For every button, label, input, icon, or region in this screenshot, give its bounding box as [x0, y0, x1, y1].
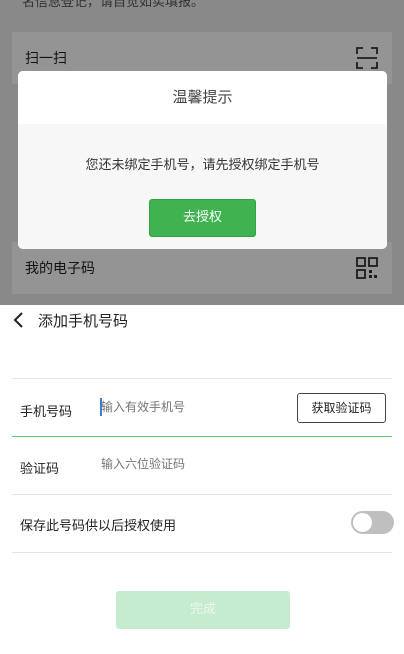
- dialog-message: 您还未绑定手机号，请先授权绑定手机号: [85, 158, 320, 173]
- dialog-title: 温馨提示: [18, 71, 387, 124]
- add-phone-screen: 添加手机号码 手机号码 获取验证码 验证码 保存此号码供以后授权使用 完成: [0, 305, 404, 654]
- phone-label: 手机号码: [20, 405, 73, 420]
- divider: [12, 494, 392, 495]
- phone-underline: [12, 436, 392, 437]
- phone-input[interactable]: [101, 400, 281, 414]
- back-arrow-icon[interactable]: [10, 310, 28, 330]
- code-input[interactable]: [101, 457, 281, 471]
- save-number-toggle[interactable]: [351, 511, 394, 534]
- submit-button[interactable]: 完成: [116, 591, 290, 629]
- divider: [12, 552, 392, 553]
- code-label: 验证码: [20, 462, 60, 477]
- save-number-label: 保存此号码供以后授权使用: [20, 519, 177, 534]
- page-title: 添加手机号码: [38, 312, 129, 330]
- nav-bar: 添加手机号码: [0, 305, 404, 337]
- background-screen: 名信息登记，请自觉如实填报。 扫一扫 我的电子码 温馨提示 您还未绑定手机号，请…: [0, 0, 404, 305]
- dialog-body: 您还未绑定手机号，请先授权绑定手机号 去授权: [18, 124, 387, 249]
- auth-dialog: 温馨提示 您还未绑定手机号，请先授权绑定手机号 去授权: [18, 71, 387, 249]
- authorize-button[interactable]: 去授权: [149, 199, 256, 237]
- toggle-knob: [353, 513, 372, 532]
- get-code-button[interactable]: 获取验证码: [297, 393, 386, 423]
- divider: [12, 378, 392, 379]
